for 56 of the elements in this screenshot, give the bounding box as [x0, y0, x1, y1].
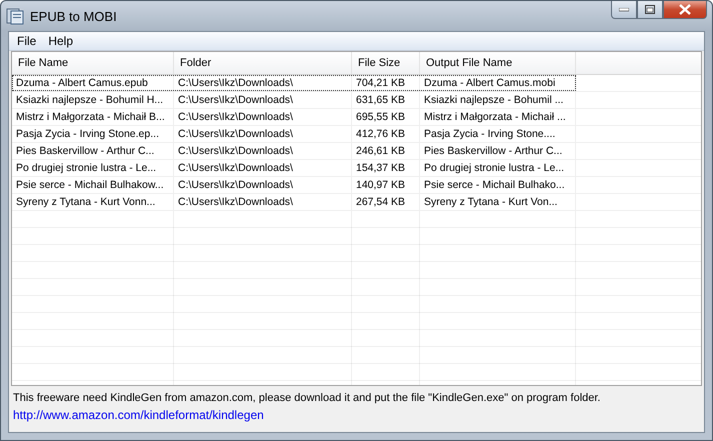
- table-cell: Mistrz i Małgorzata - Michaił B...: [12, 109, 174, 125]
- file-row[interactable]: Dzuma - Albert Camus.epub C:\Users\Ikz\Downloads\ 704,21 KB Dzuma - Albert Camus.mobi: [12, 75, 576, 91]
- table-cell: 267,54 KB: [352, 194, 420, 210]
- file-row[interactable]: Mistrz i Małgorzata - Michaił B... C:\Users\Ikz\Downloads\ 695,55 KB Mistrz i Małgorzata - Michaił ...: [12, 109, 576, 125]
- table-cell: C:\Users\Ikz\Downloads\: [174, 75, 352, 91]
- close-button[interactable]: [663, 1, 707, 19]
- table-cell: Syreny z Tytana - Kurt Von...: [420, 194, 576, 210]
- column-header[interactable]: Folder: [174, 52, 352, 74]
- file-row[interactable]: Syreny z Tytana - Kurt Vonn... C:\Users\Ikz\Downloads\ 267,54 KB Syreny z Tytana - Kurt Von...: [12, 194, 576, 210]
- table-cell: C:\Users\Ikz\Downloads\: [174, 160, 352, 176]
- close-icon: [679, 4, 691, 15]
- table-cell: 154,37 KB: [352, 160, 420, 176]
- table-cell: C:\Users\Ikz\Downloads\: [174, 194, 352, 210]
- maximize-icon: [645, 5, 655, 14]
- column-header[interactable]: File Size: [352, 52, 420, 74]
- table-cell: Psie serce - Michail Bulhakow...: [12, 177, 174, 193]
- table-cell: 704,21 KB: [352, 75, 420, 91]
- table-cell: Pasja Zycia - Irving Stone.ep...: [12, 126, 174, 142]
- table-cell: Po drugiej stronie lustra - Le...: [420, 160, 576, 176]
- table-cell: Pies Baskervillow - Arthur C...: [12, 143, 174, 159]
- table-cell: Dzuma - Albert Camus.epub: [12, 75, 174, 91]
- file-row[interactable]: Psie serce - Michail Bulhakow... C:\Users\Ikz\Downloads\ 140,97 KB Psie serce - Michail Bulhako...: [12, 177, 576, 193]
- minimize-icon: [619, 8, 629, 12]
- window-title: EPUB to MOBI: [30, 8, 117, 24]
- table-cell: C:\Users\Ikz\Downloads\: [174, 109, 352, 125]
- table-cell: Psie serce - Michail Bulhako...: [420, 177, 576, 193]
- table-cell: 246,61 KB: [352, 143, 420, 159]
- table-cell: 695,55 KB: [352, 109, 420, 125]
- minimize-button[interactable]: [611, 1, 637, 19]
- file-row[interactable]: Pasja Zycia - Irving Stone.ep... C:\Users\Ikz\Downloads\ 412,76 KB Pasja Zycia - Irving Stone....: [12, 126, 576, 142]
- table-cell: C:\Users\Ikz\Downloads\: [174, 143, 352, 159]
- file-row[interactable]: Po drugiej stronie lustra - Le... C:\Users\Ikz\Downloads\ 154,37 KB Po drugiej stronie lustra - Le...: [12, 160, 576, 176]
- file-row[interactable]: Ksiazki najlepsze - Bohumil H... C:\Users\Ikz\Downloads\ 631,65 KB Ksiazki najlepsze - Bohumil ...: [12, 92, 576, 108]
- table-cell: C:\Users\Ikz\Downloads\: [174, 92, 352, 108]
- notice-text: This freeware need KindleGen from amazon.com, please download it and put the file "KindleGen.exe" on program folder.: [13, 392, 602, 404]
- kindlegen-link[interactable]: http://www.amazon.com/kindleformat/kindlegen: [13, 408, 264, 422]
- table-cell: 412,76 KB: [352, 126, 420, 142]
- table-cell: Pasja Zycia - Irving Stone....: [420, 126, 576, 142]
- table-cell: Dzuma - Albert Camus.mobi: [420, 75, 576, 91]
- menu-item[interactable]: File: [11, 32, 42, 50]
- table-cell: Mistrz i Małgorzata - Michaił ...: [420, 109, 576, 125]
- column-header[interactable]: Output File Name: [420, 52, 576, 74]
- table-cell: C:\Users\Ikz\Downloads\: [174, 177, 352, 193]
- menu-item[interactable]: Help: [42, 32, 80, 50]
- table-cell: Ksiazki najlepsze - Bohumil ...: [420, 92, 576, 108]
- table-cell: 140,97 KB: [352, 177, 420, 193]
- table-cell: Ksiazki najlepsze - Bohumil H...: [12, 92, 174, 108]
- table-cell: Po drugiej stronie lustra - Le...: [12, 160, 174, 176]
- maximize-button[interactable]: [637, 1, 663, 19]
- file-row[interactable]: Pies Baskervillow - Arthur C... C:\Users\Ikz\Downloads\ 246,61 KB Pies Baskervillow - Arthur C...: [12, 143, 576, 159]
- column-header[interactable]: File Name: [12, 52, 174, 74]
- table-cell: 631,65 KB: [352, 92, 420, 108]
- table-cell: Syreny z Tytana - Kurt Vonn...: [12, 194, 174, 210]
- table-cell: C:\Users\Ikz\Downloads\: [174, 126, 352, 142]
- table-cell: Pies Baskervillow - Arthur C...: [420, 143, 576, 159]
- app-icon: [6, 7, 24, 25]
